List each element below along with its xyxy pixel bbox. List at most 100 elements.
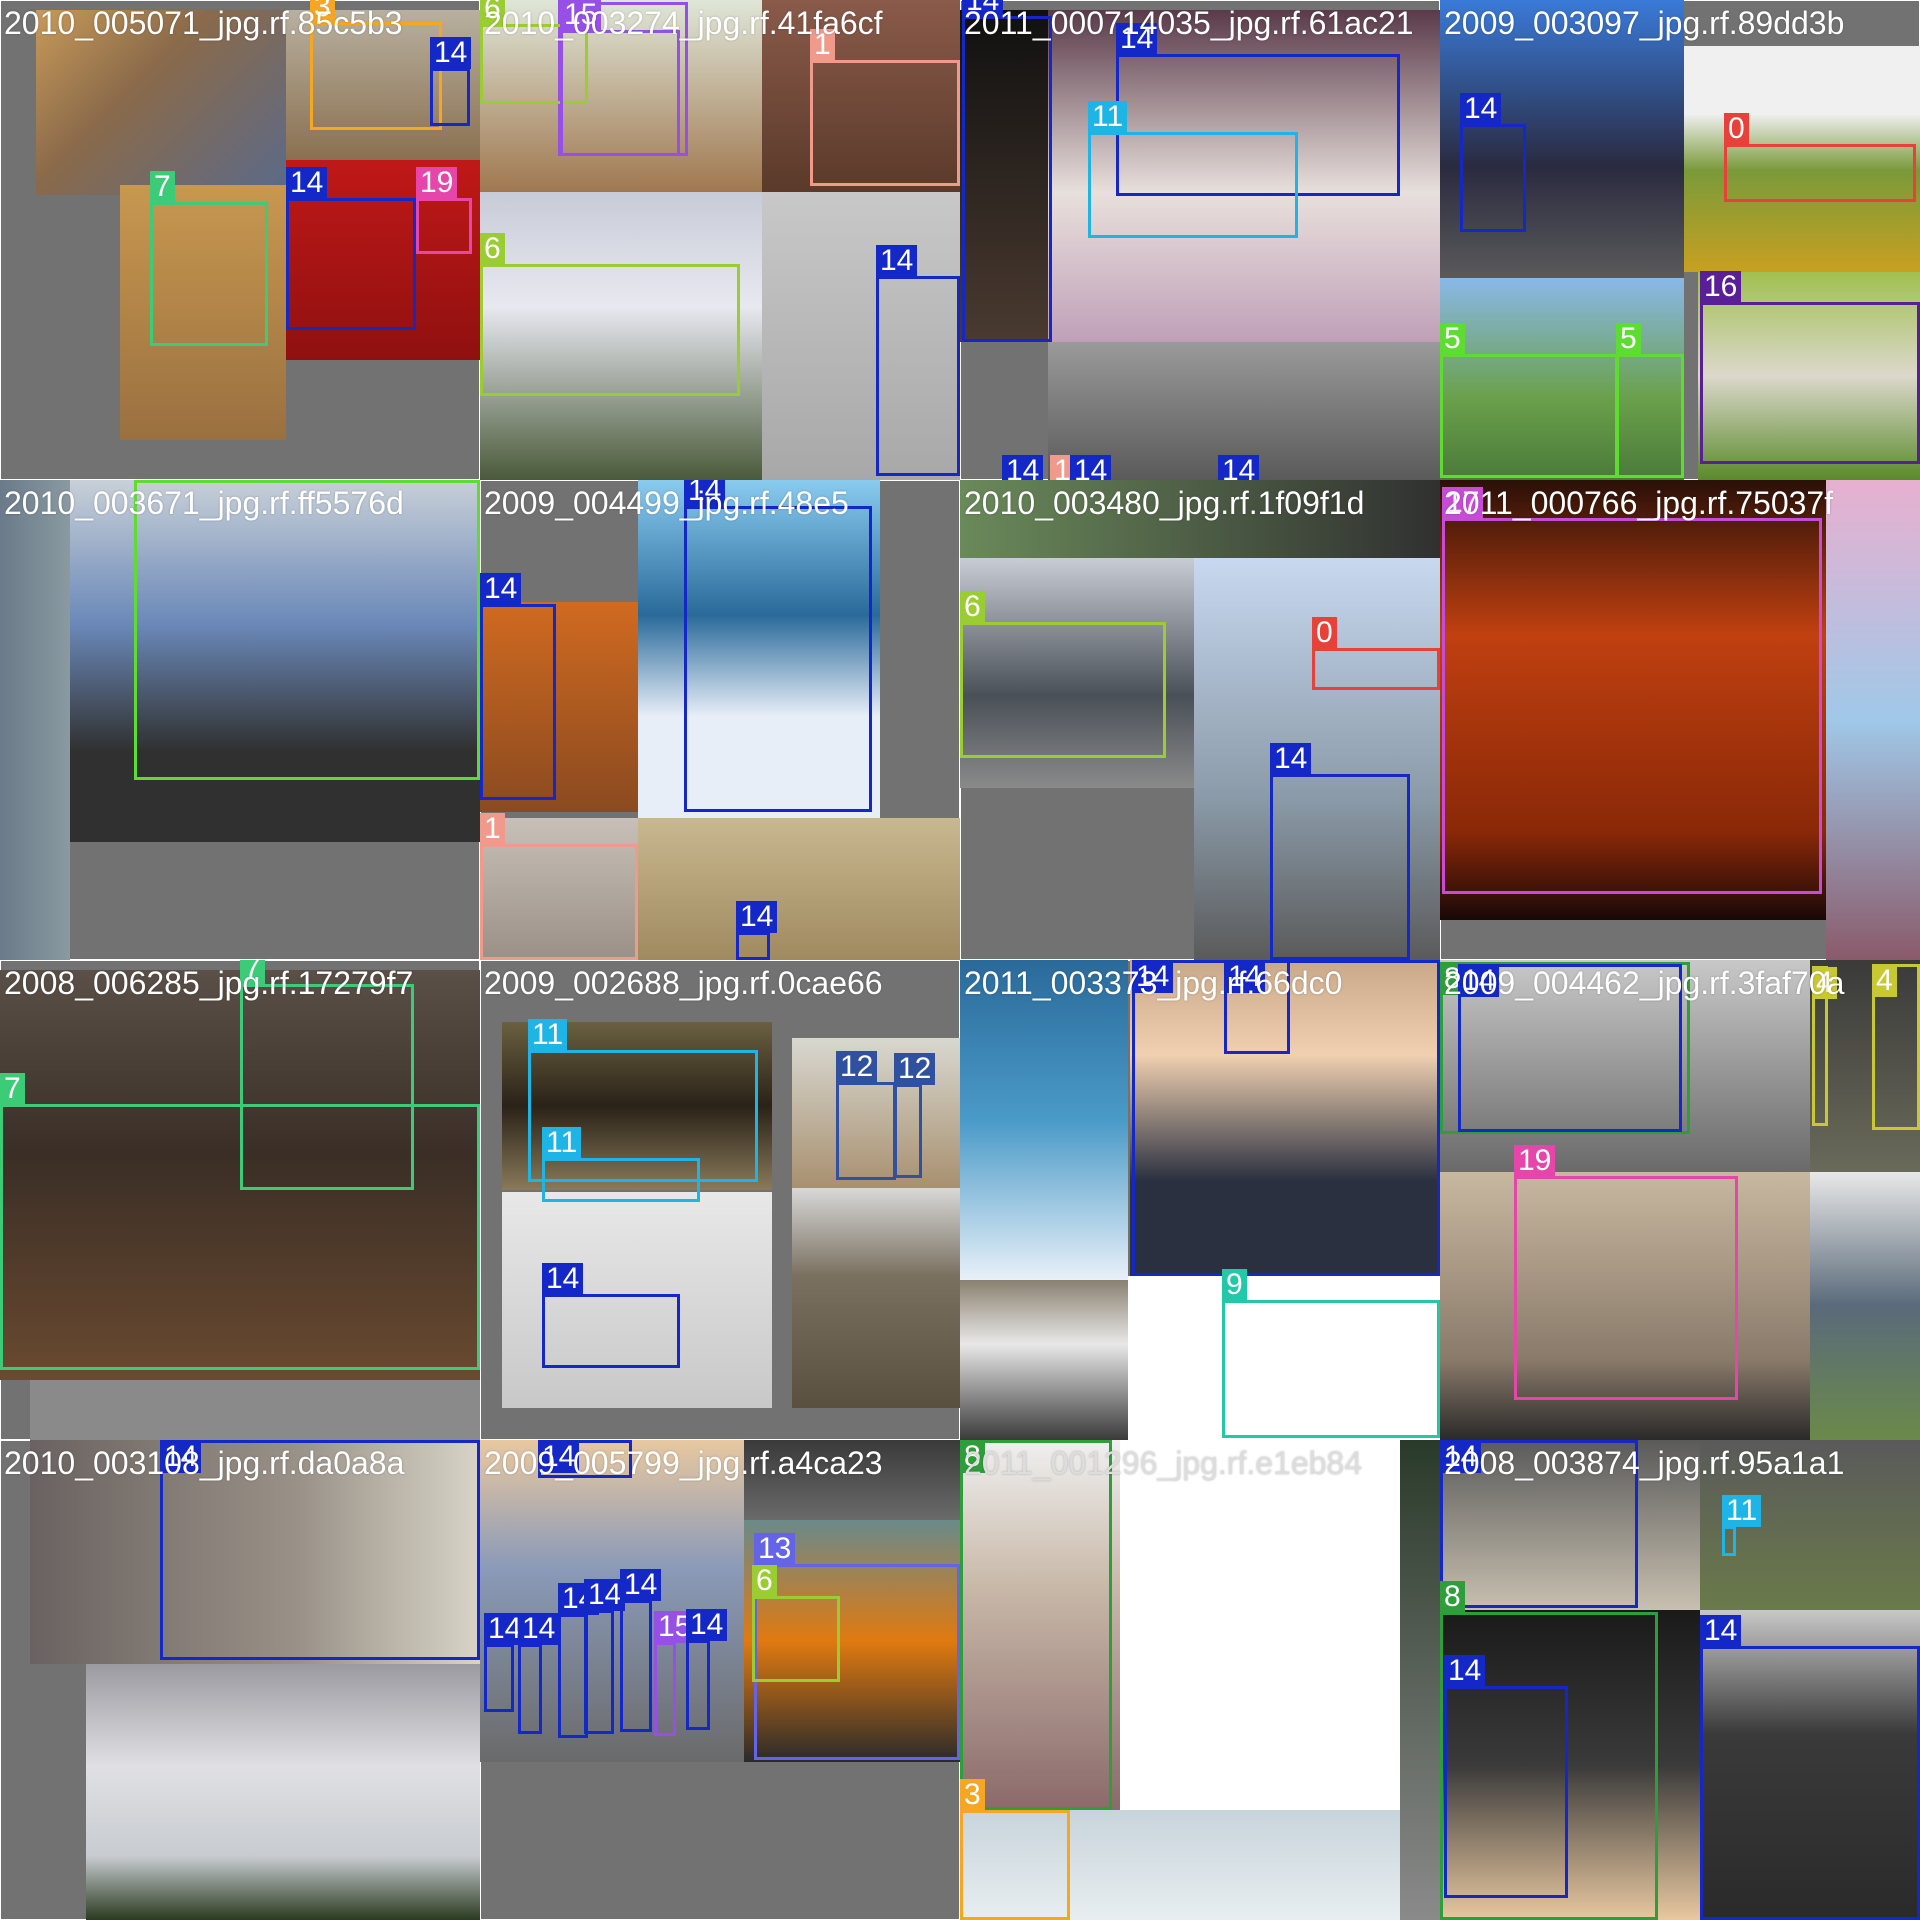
class-label: 7 <box>150 171 175 203</box>
bounding-box: 7 <box>150 171 268 346</box>
class-label: 1 <box>480 813 505 845</box>
class-label: 14 <box>286 167 328 199</box>
class-label: 14 <box>686 1609 728 1641</box>
mosaic-tile: 2008_003874_jpg.rf.95a1a1 14 11 8 14 14 <box>1440 1440 1920 1920</box>
class-label: 12 <box>894 1053 936 1085</box>
class-label: 0 <box>1312 617 1337 649</box>
bounding-box: 5 <box>134 480 480 780</box>
bounding-box: 14 <box>542 1263 680 1368</box>
mosaic-tile: 2009_002688_jpg.rf.0cae66 11 11 12 12 14 <box>480 960 960 1440</box>
tile-title: 2009_003097_jpg.rf.89dd3b <box>1444 5 1845 41</box>
bounding-box: 4 <box>1872 964 1920 1130</box>
class-label: 14 <box>1218 455 1260 480</box>
class-label: 19 <box>1514 1145 1556 1177</box>
class-label: 11 <box>1088 101 1128 133</box>
class-label: 11 <box>542 1127 582 1159</box>
bounding-box: 6 <box>960 591 1166 758</box>
photo-dirt-field <box>792 1188 960 1408</box>
bounding-box: 14 <box>736 901 778 960</box>
class-label: 14 <box>430 37 472 69</box>
bounding-box: 11 <box>1088 101 1298 238</box>
bounding-box: 5 <box>1616 323 1684 478</box>
tile-title: 2009_005799_jpg.rf.a4ca23 <box>484 1445 883 1481</box>
mosaic-tile: 2011_000714035_jpg.rf.61ac21 14 14 11 14… <box>960 0 1440 480</box>
mosaic-tile: 2011_001296_jpg.rf.e1eb84 8 3 <box>960 1440 1440 1920</box>
bounding-box: 14 <box>1444 1655 1568 1898</box>
bounding-box: 0 <box>1724 113 1916 202</box>
mosaic-tile: 2010_003671_jpg.rf.ff5576d 5 <box>0 480 480 960</box>
photo-right-strip <box>1400 1440 1440 1920</box>
mosaic-tile: 2011_000766_jpg.rf.75037f 17 <box>1440 480 1920 960</box>
class-label: 14 <box>480 573 522 605</box>
class-label: 9 <box>1222 1269 1247 1301</box>
bounding-box: 5 <box>1440 323 1618 478</box>
bounding-box: 14 <box>876 245 960 476</box>
mosaic-tile: 2010_003108_jpg.rf.da0a8a 14 <box>0 1440 480 1920</box>
tile-title: 2010_003480_jpg.rf.1f09f1d <box>964 485 1365 521</box>
tile-title: 2008_003874_jpg.rf.95a1a1 <box>1444 1445 1845 1481</box>
bounding-box: 11 <box>542 1127 700 1202</box>
tile-title: 2011_003373_jpg.rf.66dc0 <box>964 965 1343 1001</box>
photo-balcony <box>960 1280 1128 1440</box>
class-label: 6 <box>960 591 985 623</box>
bounding-box: 14 <box>962 0 1052 342</box>
tile-title: 2010_003108_jpg.rf.da0a8a <box>4 1445 405 1481</box>
class-label: 14 <box>1270 743 1312 775</box>
mosaic-tile: 2010_003480_jpg.rf.1f09f1d 6 0 14 <box>960 480 1440 960</box>
class-label: 11 <box>528 1019 568 1051</box>
class-label: 14 <box>1002 455 1044 480</box>
mosaic-grid: 2010_005071_jpg.rf.85c5b3 3 14 7 14 19 2… <box>0 0 1920 1920</box>
tile-title: 2010_003274_jpg.rf.41fa6cf <box>484 5 883 41</box>
class-label: 8 <box>1440 1581 1465 1613</box>
bounding-box: 9 <box>1222 1269 1440 1438</box>
bounding-box: 17 <box>1442 487 1822 894</box>
bounding-box: 3 <box>960 1779 1070 1920</box>
bounding-box: 6 <box>752 1565 840 1682</box>
mosaic-tile: 2010_003274_jpg.rf.41fa6cf 15 6 15 1 6 1… <box>480 0 960 480</box>
bounding-box: 14 <box>1700 1615 1920 1920</box>
bounding-box: 11 <box>1722 1495 1762 1556</box>
bounding-box: 14 <box>430 37 472 126</box>
tile-title: 2010_003671_jpg.rf.ff5576d <box>4 485 404 521</box>
class-label: 16 <box>1700 271 1742 303</box>
mosaic-tile: 2009_004499_jpg.rf.48e5 14 14 1 14 <box>480 480 960 960</box>
bounding-box: 16 <box>1700 271 1920 464</box>
class-label: 0 <box>1724 113 1749 145</box>
tile-title: 2009_002688_jpg.rf.0cae66 <box>484 965 883 1001</box>
bounding-box: 14 <box>686 1609 728 1730</box>
mosaic-tile: 2009_003097_jpg.rf.89dd3b 14 0 5 5 16 <box>1440 0 1920 480</box>
class-label: 14 <box>736 901 778 933</box>
class-label: 5 <box>1440 323 1465 355</box>
bounding-box: 14 <box>286 167 416 330</box>
photo-mountains <box>1810 1172 1920 1440</box>
bounding-box: 14 <box>620 1569 662 1732</box>
class-label: 19 <box>416 167 458 199</box>
bounding-box: 0 <box>1312 617 1440 690</box>
bounding-box: 19 <box>416 167 472 254</box>
photo-sweater <box>0 480 70 960</box>
class-label: 7 <box>0 1073 25 1105</box>
class-label: 14 <box>1444 1655 1486 1687</box>
tile-title: 2009_004499_jpg.rf.48e5 <box>484 485 849 521</box>
tile-title: 2008_006285_jpg.rf.17279f7 <box>4 965 414 1001</box>
class-label: 14 <box>518 1613 560 1645</box>
mosaic-tile: 2009_005799_jpg.rf.a4ca23 14 14 14 14 14… <box>480 1440 960 1920</box>
bounding-box: 14 <box>684 480 872 812</box>
tile-title: 2011_000714035_jpg.rf.61ac21 <box>964 5 1414 41</box>
bounding-box: 19 <box>1514 1145 1738 1400</box>
class-label: 14 <box>876 245 918 277</box>
mosaic-tile: 2010_005071_jpg.rf.85c5b3 3 14 7 14 19 <box>0 0 480 480</box>
mosaic-tile: 2008_006285_jpg.rf.17279f7 7 7 <box>0 960 480 1440</box>
photo-sky-trees <box>86 1664 480 1920</box>
class-label: 6 <box>480 233 505 265</box>
photo-carousel <box>1826 480 1920 960</box>
class-label: 11 <box>1722 1495 1762 1527</box>
class-label: 12 <box>836 1051 878 1083</box>
class-label: 4 <box>1872 965 1897 997</box>
photo-stone-building <box>638 818 960 960</box>
bounding-box: 1 <box>810 29 960 186</box>
tile-title: 2011_001296_jpg.rf.e1eb84 <box>964 1445 1362 1481</box>
class-label: 5 <box>1616 323 1641 355</box>
class-label: 14 <box>620 1569 662 1601</box>
photo-gray-strip <box>30 1380 480 1440</box>
